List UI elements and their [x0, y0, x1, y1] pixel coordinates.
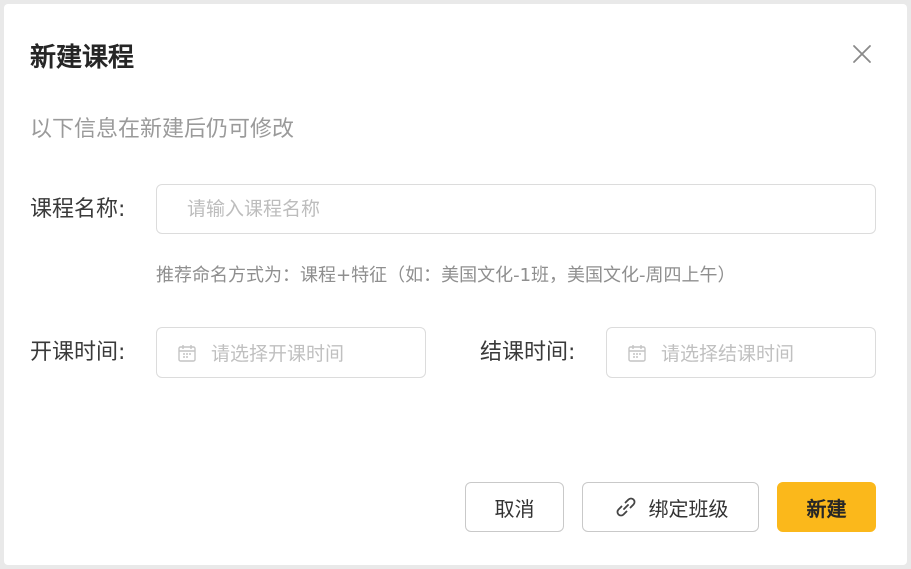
- end-time-placeholder: 请选择结课时间: [661, 343, 795, 365]
- end-time-label: 结课时间:: [480, 340, 576, 365]
- start-time-label: 开课时间:: [30, 340, 126, 365]
- edit-hint: 以下信息在新建后仍可修改: [30, 117, 295, 142]
- new-course-dialog: 新建课程 以下信息在新建后仍可修改 课程名称: 推荐命名方式为：课程+特征（如：…: [4, 4, 907, 565]
- create-button-label: 新建: [806, 496, 847, 521]
- close-icon[interactable]: [850, 42, 874, 66]
- start-time-picker[interactable]: 请选择开课时间: [156, 327, 426, 378]
- course-name-input[interactable]: [185, 197, 875, 221]
- start-time-placeholder: 请选择开课时间: [211, 343, 345, 365]
- link-icon: [616, 497, 635, 517]
- calendar-icon: [178, 344, 196, 362]
- bind-class-button-label: 绑定班级: [648, 496, 729, 521]
- end-time-picker[interactable]: 请选择结课时间: [606, 327, 876, 378]
- bind-class-button[interactable]: 绑定班级: [582, 482, 759, 532]
- cancel-button-label: 取消: [494, 496, 535, 521]
- dialog-title: 新建课程: [30, 43, 135, 73]
- naming-tip: 推荐命名方式为：课程+特征（如：美国文化-1班，美国文化-周四上午）: [156, 265, 736, 286]
- cancel-button[interactable]: 取消: [465, 482, 564, 532]
- course-name-label: 课程名称:: [30, 197, 126, 222]
- calendar-icon: [628, 344, 646, 362]
- create-button[interactable]: 新建: [777, 482, 876, 532]
- course-name-field[interactable]: [156, 184, 876, 234]
